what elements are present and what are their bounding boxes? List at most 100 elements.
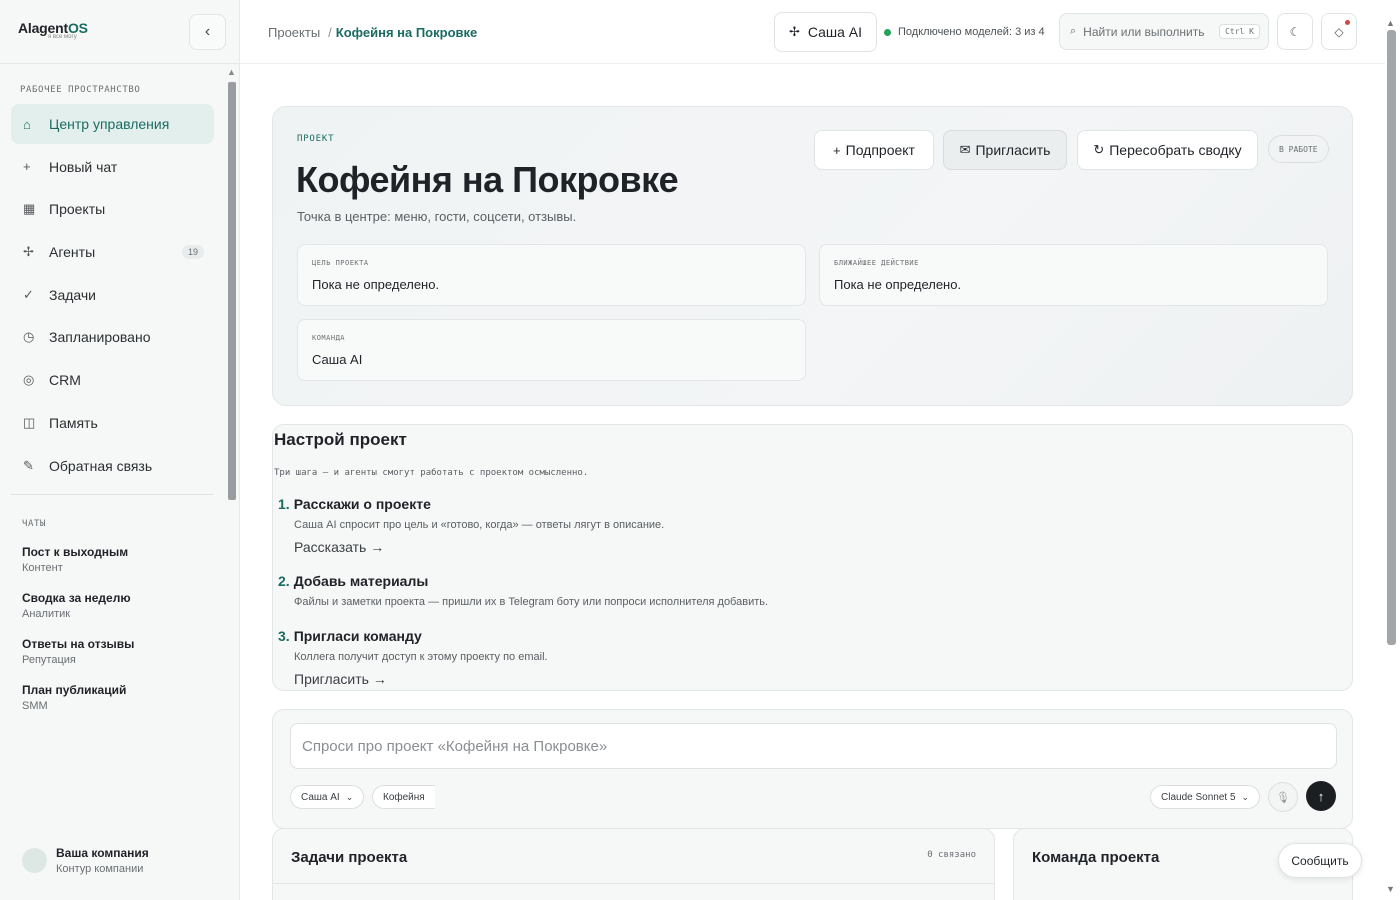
sidebar-nav: ⌂ Центр управления + Новый чат ▦ Проекты… [11,104,214,488]
sidebar-item-control-center[interactable]: ⌂ Центр управления [11,104,214,144]
agents-icon: ✢ [23,244,34,260]
sidebar-item-label: CRM [49,372,81,389]
plus-icon: + [23,159,31,175]
sidebar-item-feedback[interactable]: ✎ Обратная связь [11,446,214,486]
chat-item[interactable]: Сводка за неделю Аналитик [22,591,222,637]
context-chip[interactable]: Кофейня [372,785,435,809]
chats-section-label: ЧАТЫ [22,519,47,529]
sidebar-item-label: Задачи [49,286,97,303]
arrow-up-icon: ↑ [1317,788,1325,804]
step-title: Расскажи о проекте [293,496,431,512]
add-subproject-button[interactable]: + Подпроект [814,130,934,170]
agent-select[interactable]: Саша AI ⌄ [290,785,365,809]
avatar [22,848,47,873]
sidebar-item-memory[interactable]: ◫ Память [11,403,214,443]
microphone-icon: 🎙 [1276,791,1290,804]
scroll-up-arrow-icon[interactable]: ▲ [1386,18,1395,28]
chat-item[interactable]: План публикаций SMM [22,683,222,729]
step-title: Добавь материалы [293,573,429,589]
book-icon: ◫ [23,414,36,430]
brand-tagline: я все могу [48,34,77,40]
notifications-button[interactable]: ◇ [1321,13,1357,50]
team-card-summary[interactable]: КОМАНДА Саша AI [297,319,806,381]
scroll-down-arrow-icon[interactable]: ▼ [1386,884,1395,894]
sidebar-item-tasks[interactable]: ✓ Задачи [11,275,214,315]
team-value: Саша AI [312,352,363,367]
crm-icon: ◎ [23,372,35,388]
chat-title: Ответы на отзывы [22,637,135,651]
tasks-title: Задачи проекта [291,849,408,866]
step-number: 3. [278,628,290,644]
rebuild-summary-button[interactable]: ↻ Пересобрать сводку [1077,130,1258,170]
sidebar-item-label: Новый чат [49,158,118,175]
sidebar-item-new-chat[interactable]: + Новый чат [11,147,214,187]
sidebar-scrollbar[interactable] [228,82,236,500]
tasks-divider [273,883,994,884]
setup-project-card: Настрой проект Три шага — и агенты смогу… [272,424,1353,691]
topbar: Проекты / Кофейня на Покровке ✢ Саша AI По… [240,0,1385,64]
goal-card[interactable]: ЦЕЛЬ ПРОЕКТА Пока не определено. [297,244,806,306]
sidebar-divider-top [0,63,240,64]
chat-list: Пост к выходным Контент Сводка за неделю… [22,545,222,729]
plus-icon: + [833,142,841,158]
microphone-button[interactable]: 🎙 [1268,782,1298,812]
theme-toggle-button[interactable]: ☾ [1277,13,1313,50]
add-subproject-label: Подпроект [845,142,915,158]
company-subtitle: Контур компании [56,863,144,875]
main-scrollbar[interactable] [1387,30,1396,645]
report-button[interactable]: Сообщить [1278,843,1362,878]
sidebar-item-scheduled[interactable]: ◷ Запланировано [11,317,214,357]
chat-agent: Репутация [22,654,76,666]
sidebar-item-projects[interactable]: ▦ Проекты [11,189,214,229]
project-description: Точка в центре: меню, гости, соцсети, от… [297,209,577,224]
sidebar-item-crm[interactable]: ◎ CRM [11,360,214,400]
company-name: Ваша компания [56,846,149,860]
agent-button[interactable]: ✢ Саша AI [774,12,877,52]
collapse-sidebar-button[interactable]: ‹ [189,14,226,50]
sidebar-item-agents[interactable]: ✢ Агенты 19 [11,232,214,272]
scroll-up-arrow-icon[interactable]: ▲ [227,67,236,77]
breadcrumb-current: Кофейня на Покровке [335,25,478,40]
next-action-card[interactable]: БЛИЖАЙШЕЕ ДЕЙСТВИЕ Пока не определено. [819,244,1328,306]
invite-team-link[interactable]: Пригласить → [294,671,387,687]
chat-item[interactable]: Пост к выходным Контент [22,545,222,591]
setup-subtitle: Три шага — и агенты смогут работать с пр… [274,468,589,478]
brand-logo[interactable]: AlagentOS я все могу [18,20,88,40]
model-select[interactable]: Claude Sonnet 5 ⌄ [1150,785,1261,809]
notification-dot [1345,20,1350,25]
sidebar-item-label: Проекты [49,201,106,218]
invite-button[interactable]: ✉ Пригласить [943,130,1067,170]
search-input[interactable]: ⌕ Найти или выполнить Ctrl K [1059,13,1269,50]
breadcrumb-separator: / [328,25,332,40]
chat-item[interactable]: Ответы на отзывы Репутация [22,637,222,683]
company-switcher[interactable]: Ваша компания Контур компании [22,846,149,875]
project-tasks-card: Задачи проекта 0 связано [272,828,995,900]
team-label: КОМАНДА [312,334,346,342]
sidebar-divider [11,494,213,495]
send-button[interactable]: ↑ [1306,781,1336,811]
chat-agent: Аналитик [22,608,71,620]
page-title: Кофейня на Покровке [296,159,679,200]
tasks-linked-count: 0 связано [927,850,976,860]
breadcrumb-projects-link[interactable]: Проекты [268,25,320,40]
chat-title: План публикаций [22,683,127,697]
step-description: Коллега получит доступ к этому проекту п… [294,651,548,663]
setup-step: 2. Добавь материалы Файлы и заметки проек… [278,573,768,608]
sidebar: AlagentOS я все могу ‹ РАБОЧЕЕ ПРОСТРАНС… [0,0,240,900]
status-badge: В РАБОТЕ [1268,135,1329,163]
sidebar-item-label: Центр управления [49,116,170,132]
connection-status-text: Подключено моделей: 3 из 4 [898,26,1045,38]
message-input[interactable]: Спроси про проект «Кофейня на Покровке» [290,723,1337,769]
tell-about-project-link[interactable]: Рассказать → [294,539,384,555]
moon-icon: ☾ [1289,24,1301,39]
step-number: 1. [278,496,290,512]
sidebar-item-label: Память [49,414,98,431]
clock-icon: ◷ [23,329,35,345]
project-kicker: ПРОЕКТ [297,134,335,144]
check-icon: ✓ [23,286,34,302]
sidebar-item-label: Агенты [49,244,96,261]
search-placeholder: Найти или выполнить [1083,24,1205,39]
context-chip-label: Кофейня [383,791,425,803]
setup-step: 3. Пригласи команду Коллега получит досту… [278,628,548,687]
home-icon: ⌂ [23,116,31,132]
